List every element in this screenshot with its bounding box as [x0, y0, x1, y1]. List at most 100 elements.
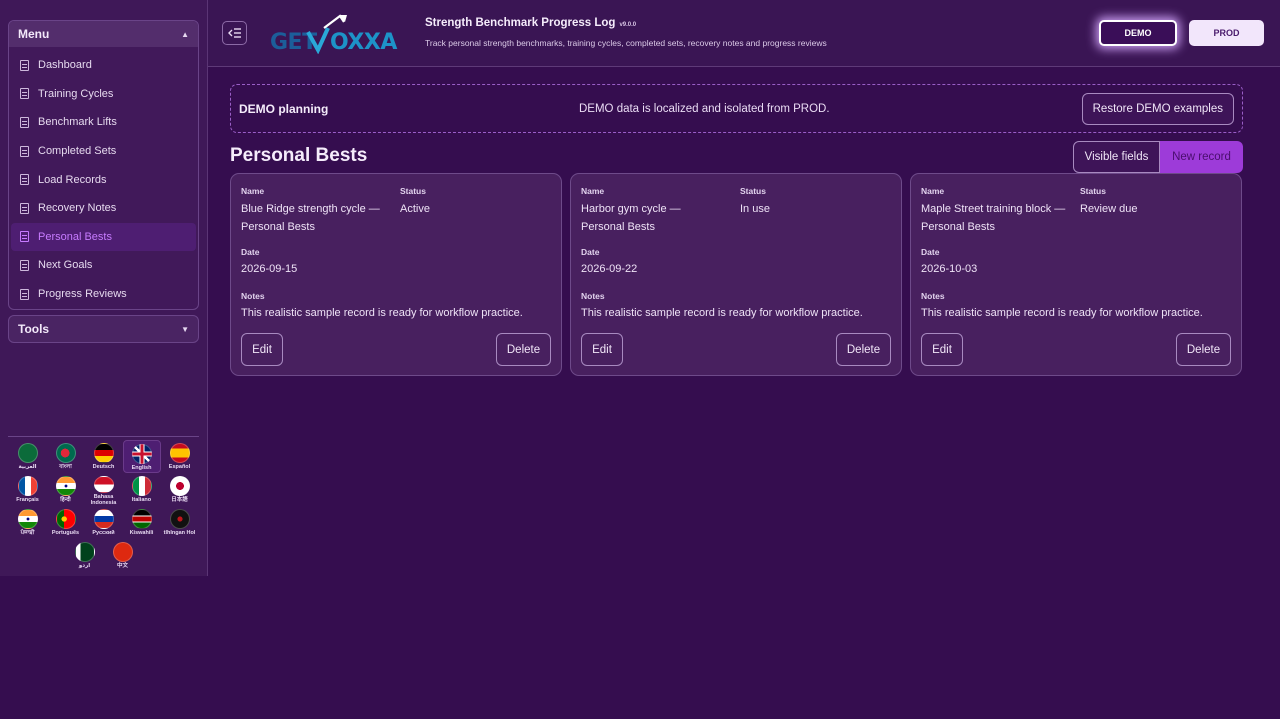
language-option[interactable]: Français [9, 473, 47, 506]
name-label: Name [921, 186, 945, 196]
menu-header[interactable]: Menu ▲ [9, 21, 198, 47]
name-label: Name [241, 186, 265, 196]
language-option[interactable]: Bahasa Indonesia [85, 473, 123, 506]
language-option[interactable]: Deutsch [85, 440, 123, 473]
language-label: 中文 [116, 563, 128, 569]
language-option[interactable]: বাংলা [47, 440, 85, 473]
language-selector: العربية বাংলা Deutsch English Español Françai… [8, 440, 199, 572]
sidebar-item-label: Dashboard [38, 59, 92, 72]
status-label: Status [1080, 186, 1106, 196]
notes-label: Notes [581, 291, 605, 301]
record-notes: This realistic sample record is ready fo… [921, 307, 1203, 319]
language-option[interactable]: Italiano [123, 473, 161, 506]
date-label: Date [241, 247, 260, 257]
language-label: tlhIngan Hol [163, 530, 196, 536]
collapse-sidebar-icon [227, 28, 241, 38]
flag-cn-icon [112, 542, 133, 562]
record-status: Active [400, 203, 430, 215]
language-option[interactable]: Português [47, 506, 85, 539]
flag-fr-icon [17, 476, 38, 496]
record-card: Name Status Blue Ridge strength cycle — … [230, 173, 562, 376]
document-icon [20, 116, 29, 128]
flag-in-icon [55, 476, 76, 496]
sidebar-item-next-goals[interactable]: Next Goals [11, 251, 196, 280]
language-label: বাংলা [59, 464, 72, 470]
language-option[interactable]: Español [161, 440, 199, 473]
app-version: v9.0.0 [619, 22, 637, 28]
language-option[interactable]: Русский [85, 506, 123, 539]
sidebar-item-label: Training Cycles [38, 87, 114, 100]
sidebar-item-progress-reviews[interactable]: Progress Reviews [11, 280, 196, 309]
date-label: Date [921, 247, 940, 257]
sidebar-item-dashboard[interactable]: Dashboard [11, 51, 196, 80]
language-label: Русский [92, 530, 115, 536]
sidebar-item-label: Next Goals [38, 259, 93, 272]
language-option[interactable]: English [122, 440, 161, 473]
language-label: Deutsch [92, 464, 115, 470]
language-option[interactable]: हिन्दी [47, 473, 85, 506]
page-title: Personal Bests [230, 145, 368, 166]
collapse-sidebar-button[interactable] [222, 21, 247, 45]
language-label: Italiano [131, 497, 152, 503]
language-option[interactable]: اردو [66, 539, 104, 572]
sidebar-item-label: Load Records [38, 173, 107, 186]
visible-fields-button[interactable]: Visible fields [1073, 141, 1160, 173]
sidebar-item-label: Progress Reviews [38, 288, 127, 301]
language-option[interactable]: 中文 [104, 539, 142, 572]
record-card: Name Status Harbor gym cycle — Personal … [570, 173, 902, 376]
caret-up-icon: ▲ [181, 29, 189, 39]
divider [8, 436, 199, 437]
sidebar-item-label: Personal Bests [38, 230, 112, 243]
sidebar-item-load-records[interactable]: Load Records [11, 165, 196, 194]
edit-button[interactable]: Edit [581, 333, 623, 366]
app-title-text: Strength Benchmark Progress Log [425, 17, 616, 29]
language-option[interactable]: العربية [9, 440, 47, 473]
menu-list: Dashboard Training Cycles Benchmark Lift… [9, 47, 198, 308]
flag-jp-icon [169, 476, 190, 496]
delete-button[interactable]: Delete [1176, 333, 1231, 366]
sidebar-item-benchmark-lifts[interactable]: Benchmark Lifts [11, 108, 196, 137]
flag-es-icon [169, 443, 190, 463]
language-option[interactable]: Kiswahili [123, 506, 161, 539]
demo-button[interactable]: DEMO [1099, 20, 1177, 46]
sidebar-item-label: Recovery Notes [38, 202, 117, 215]
new-record-button[interactable]: New record [1160, 141, 1243, 173]
edit-button[interactable]: Edit [241, 333, 283, 366]
prod-button[interactable]: PROD [1189, 20, 1264, 46]
edit-button[interactable]: Edit [921, 333, 963, 366]
language-option[interactable]: 日本語 [161, 473, 199, 506]
language-option[interactable]: ਪੰਜਾਬੀ [9, 506, 47, 539]
delete-button[interactable]: Delete [836, 333, 891, 366]
language-label: العربية [18, 464, 37, 470]
sidebar-item-personal-bests[interactable]: Personal Bests [11, 222, 196, 252]
document-icon [20, 259, 29, 271]
language-label: Kiswahili [129, 530, 154, 536]
sidebar-item-training-cycles[interactable]: Training Cycles [11, 80, 196, 109]
date-label: Date [581, 247, 600, 257]
flag-it-icon [131, 476, 152, 496]
language-label: اردو [78, 563, 91, 569]
flag-sa-icon [17, 443, 38, 463]
sidebar-item-recovery-notes[interactable]: Recovery Notes [11, 194, 196, 223]
record-date: 2026-09-15 [241, 263, 298, 275]
demo-banner: DEMO planning DEMO data is localized and… [230, 84, 1243, 133]
sidebar-item-label: Completed Sets [38, 145, 117, 158]
language-option[interactable]: tlhIngan Hol [161, 506, 199, 539]
restore-demo-button[interactable]: Restore DEMO examples [1081, 92, 1234, 125]
sidebar-item-completed-sets[interactable]: Completed Sets [11, 137, 196, 166]
sidebar: Menu ▲ Dashboard Training Cycles Benchma… [0, 0, 208, 576]
tools-header[interactable]: Tools ▼ [8, 315, 199, 343]
delete-button[interactable]: Delete [496, 333, 551, 366]
status-label: Status [400, 186, 426, 196]
menu-panel: Menu ▲ Dashboard Training Cycles Benchma… [8, 20, 199, 310]
language-label: हिन्दी [60, 497, 71, 503]
flag-pk-icon [74, 542, 95, 562]
document-icon [20, 288, 29, 300]
record-notes: This realistic sample record is ready fo… [581, 307, 863, 319]
top-bar: GET OXXA Strength Benchmark Progress Log… [208, 0, 1280, 67]
svg-text:OXXA: OXXA [330, 30, 397, 54]
banner-title: DEMO planning [239, 101, 329, 116]
record-name: Blue Ridge strength cycle — Personal Bes… [241, 203, 380, 233]
app-subtitle: Track personal strength benchmarks, trai… [425, 38, 827, 48]
sidebar-item-label: Benchmark Lifts [38, 116, 117, 129]
